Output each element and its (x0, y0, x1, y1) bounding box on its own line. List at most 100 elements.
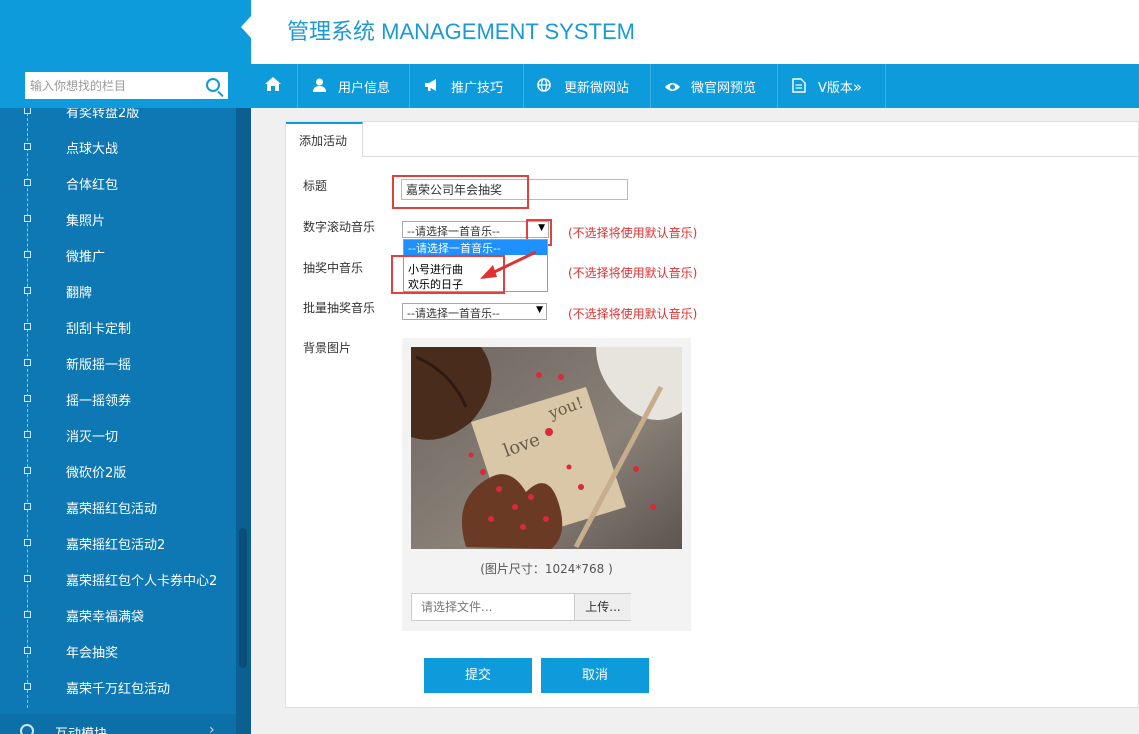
sidebar-item-label: 嘉荣千万红包活动 (66, 682, 171, 697)
tree-node-icon (24, 359, 31, 366)
sidebar-item-label: 摇一摇领券 (66, 394, 132, 409)
bg-image-preview: love you! (411, 347, 682, 549)
tree-node-icon (24, 467, 31, 474)
nav-version[interactable]: V版本» (778, 64, 886, 108)
bg-image-panel: love you! (图片尺寸：1024*768 ) 上传... (402, 338, 691, 631)
nav-user-info[interactable]: 用户信息 (298, 64, 410, 108)
sidebar-scrollbar[interactable] (236, 108, 251, 734)
sidebar-item-label: 新版摇一摇 (66, 358, 132, 373)
sidebar-item[interactable]: 消灭一切 (0, 417, 236, 453)
select-value: --请选择一首音乐-- (407, 307, 500, 320)
sidebar-item[interactable]: 新版摇一摇 (0, 345, 236, 381)
file-picker: 上传... (411, 593, 631, 621)
tree-node-icon (24, 431, 31, 438)
sidebar-item-label: 嘉荣摇红包个人卡券中心2 (66, 574, 218, 589)
annotation-box-title (392, 175, 529, 209)
tree-node-icon (24, 251, 31, 258)
sidebar-item-label: 点球大战 (66, 142, 119, 157)
tree-node-icon (24, 179, 31, 186)
sidebar-item-label: 刮刮卡定制 (66, 322, 132, 337)
sidebar-item[interactable]: 嘉荣千万红包活动 (0, 669, 236, 705)
sidebar-search-bar (0, 64, 251, 108)
sidebar-item-label: 微砍价2版 (66, 466, 127, 481)
search-box (25, 72, 228, 99)
submit-button[interactable]: 提交 (424, 658, 532, 693)
sidebar-item-label: 嘉荣摇红包活动2 (66, 538, 166, 553)
nav-version-label: V版本 (818, 81, 853, 96)
sidebar-item[interactable]: 有奖转盘2版 (0, 108, 236, 129)
sidebar-item[interactable]: 嘉荣摇红包活动2 (0, 525, 236, 561)
tree-node-icon (24, 215, 31, 222)
sidebar-item[interactable]: 微推广 (0, 237, 236, 273)
content-panel: 添加活动 标题 数字滚动音乐 --请选择一首音乐-- ▼ (不选择将使用默认音乐… (285, 121, 1139, 708)
sidebar-item[interactable]: 点球大战 (0, 129, 236, 165)
sidebar-item-label: 消灭一切 (66, 430, 119, 445)
tree-node-icon (24, 647, 31, 654)
document-icon (792, 78, 806, 97)
sidebar-item[interactable]: 集照片 (0, 201, 236, 237)
sidebar-item[interactable]: 刮刮卡定制 (0, 309, 236, 345)
sidebar-header (0, 0, 251, 64)
music-scroll-label: 数字滚动音乐 (303, 220, 376, 234)
sidebar-item-label: 嘉荣摇红包活动 (66, 502, 158, 517)
tree-node-icon (24, 143, 31, 150)
music-batch-hint: (不选择将使用默认音乐) (568, 307, 698, 321)
globe-icon (537, 78, 551, 96)
sidebar-item-label: 集照片 (66, 214, 106, 229)
tab-label: 添加活动 (299, 134, 348, 148)
home-icon (264, 76, 282, 96)
sidebar-menu: 有奖转盘2版 点球大战合体红包集照片微推广翻牌刮刮卡定制新版摇一摇摇一摇领券消灭一… (0, 108, 236, 734)
nav-update-microsite[interactable]: 更新微网站 (524, 64, 651, 108)
app-title: 管理系统 MANAGEMENT SYSTEM (287, 19, 635, 44)
module-label: 互动模块 (55, 723, 107, 734)
sidebar-item[interactable]: 翻牌 (0, 273, 236, 309)
sidebar-item[interactable]: 微砍价2版 (0, 453, 236, 489)
upload-button[interactable]: 上传... (574, 594, 631, 620)
sidebar-item-label: 微推广 (66, 250, 106, 265)
search-input[interactable] (25, 72, 203, 99)
sidebar-item-label: 年会抽奖 (66, 646, 119, 661)
sidebar-item-label: 翻牌 (66, 286, 93, 301)
search-icon[interactable] (206, 78, 220, 92)
double-chevron-right-icon: » (852, 78, 863, 96)
sidebar-item[interactable]: 嘉荣摇红包活动 (0, 489, 236, 525)
sidebar-item[interactable]: 嘉荣幸福满袋 (0, 597, 236, 633)
sidebar-item[interactable]: 年会抽奖 (0, 633, 236, 669)
nav-home[interactable] (251, 64, 298, 108)
header: 管理系统 MANAGEMENT SYSTEM (251, 0, 1139, 64)
sidebar-item-label: 有奖转盘2版 (66, 108, 140, 121)
music-winning-label: 抽奖中音乐 (303, 261, 364, 275)
tree-node-icon (24, 323, 31, 330)
nav-preview-site[interactable]: 微官网预览 (651, 64, 778, 108)
tree-node-icon (24, 539, 31, 546)
sidebar-scrollbar-thumb[interactable] (239, 528, 247, 668)
eye-icon (664, 79, 681, 97)
tab-bar: 添加活动 (286, 122, 1139, 157)
sidebar: 有奖转盘2版点球大战合体红包集照片微推广翻牌刮刮卡定制新版摇一摇摇一摇领券消灭一… (0, 0, 251, 734)
top-nav: 用户信息 推广技巧 更新微网站 微官网预览 V版本» (251, 64, 1139, 108)
file-input[interactable] (412, 594, 574, 620)
tree-node-icon (24, 395, 31, 402)
tab-add-activity[interactable]: 添加活动 (286, 122, 363, 157)
tree-node-icon (24, 575, 31, 582)
tree-node-icon (24, 611, 31, 618)
select-value: --请选择一首音乐-- (407, 225, 500, 238)
music-batch-select[interactable]: --请选择一首音乐-- ▼ (402, 303, 547, 320)
nav-promotion-tips[interactable]: 推广技巧 (410, 64, 524, 108)
chevron-right-icon: › (209, 722, 215, 734)
annotation-arrow-icon (480, 250, 537, 279)
sidebar-item-label: 嘉荣幸福满袋 (66, 610, 145, 625)
sidebar-item[interactable]: 嘉荣摇红包个人卡券中心2 (0, 561, 236, 597)
chevron-down-icon: ▼ (536, 305, 543, 315)
cancel-button[interactable]: 取消 (541, 658, 649, 693)
music-batch-label: 批量抽奖音乐 (303, 301, 376, 315)
image-size-note: (图片尺寸：1024*768 ) (480, 562, 613, 576)
sidebar-item[interactable]: 摇一摇领券 (0, 381, 236, 417)
sidebar-item-label: 合体红包 (66, 178, 119, 193)
tree-node-icon (24, 108, 31, 114)
sidebar-item[interactable]: 合体红包 (0, 165, 236, 201)
tree-node-icon (24, 503, 31, 510)
sidebar-module-interactive[interactable]: 互动模块 › (0, 714, 236, 734)
bg-image-label: 背景图片 (303, 341, 352, 355)
megaphone-icon (424, 78, 439, 96)
